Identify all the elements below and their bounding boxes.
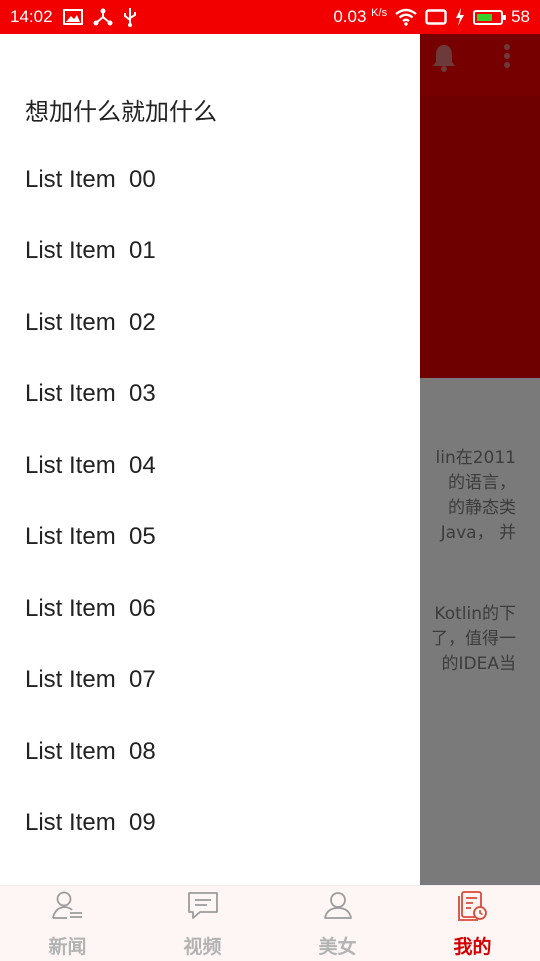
drawer-item-gap — [116, 738, 129, 766]
person-icon — [321, 890, 355, 926]
drawer-item-label: List Item — [25, 451, 116, 479]
drawer-item-label: List Item — [25, 237, 116, 265]
drawer-item-gap — [116, 166, 129, 194]
battery-icon — [473, 9, 507, 25]
news-person-icon — [51, 890, 85, 926]
drawer-item-01[interactable]: List Item 01 — [0, 216, 420, 288]
navigation-drawer: 想加什么就加什么 List Item 00 List Item 01 List … — [0, 34, 420, 885]
drawer-item-label: List Item — [25, 380, 116, 408]
drawer-item-06[interactable]: List Item 06 — [0, 573, 420, 645]
network-speed: 0.03 K/s — [333, 7, 387, 27]
screen-icon — [425, 9, 447, 25]
drawer-item-number: 02 — [129, 308, 156, 336]
network-speed-unit: K/s — [371, 7, 388, 19]
drawer-item-label: List Item — [25, 165, 116, 193]
drawer-item-label: List Item — [25, 809, 116, 837]
chat-bubble-icon — [186, 890, 220, 926]
drawer-item-label: List Item — [25, 523, 116, 551]
network-speed-value: 0.03 — [333, 7, 367, 26]
drawer-item-label: List Item — [25, 737, 116, 765]
tab-mine[interactable]: 我的 — [405, 886, 540, 961]
drawer-item-08[interactable]: List Item 08 — [0, 716, 420, 788]
drawer-list: List Item 00 List Item 01 List Item 02 L… — [0, 144, 420, 859]
drawer-item-02[interactable]: List Item 02 — [0, 287, 420, 359]
drawer-item-number: 03 — [129, 380, 156, 408]
gallery-icon — [62, 9, 83, 25]
drawer-item-03[interactable]: List Item 03 — [0, 359, 420, 431]
profile-doc-icon — [456, 890, 490, 926]
status-bar: 14:02 0.03 K/s 58 — [0, 0, 540, 34]
tab-beauty[interactable]: 美女 — [270, 886, 405, 961]
drawer-item-gap — [116, 666, 129, 694]
drawer-item-07[interactable]: List Item 07 — [0, 645, 420, 717]
wifi-icon — [395, 8, 417, 26]
drawer-item-label: List Item — [25, 666, 116, 694]
tab-video[interactable]: 视频 — [135, 886, 270, 961]
drawer-item-label: List Item — [25, 308, 116, 336]
drawer-header: 想加什么就加什么 — [25, 98, 217, 126]
tab-video-label: 视频 — [183, 936, 222, 958]
usb-share-icon — [93, 8, 113, 26]
tab-news-label: 新闻 — [48, 936, 87, 958]
tab-beauty-label: 美女 — [318, 936, 357, 958]
drawer-item-05[interactable]: List Item 05 — [0, 502, 420, 574]
drawer-item-00[interactable]: List Item 00 — [0, 144, 420, 216]
battery-level: 58 — [511, 7, 530, 26]
drawer-item-number: 04 — [129, 451, 156, 479]
drawer-item-gap — [116, 523, 129, 551]
more-vert-icon[interactable] — [500, 42, 514, 76]
drawer-item-number: 09 — [129, 809, 156, 837]
charging-icon — [455, 8, 465, 26]
tab-news[interactable]: 新闻 — [0, 886, 135, 961]
drawer-item-04[interactable]: List Item 04 — [0, 430, 420, 502]
drawer-item-09[interactable]: List Item 09 — [0, 788, 420, 860]
tab-mine-label: 我的 — [453, 936, 492, 958]
drawer-item-gap — [116, 309, 129, 337]
drawer-item-number: 00 — [129, 165, 156, 193]
drawer-item-number: 05 — [129, 523, 156, 551]
drawer-item-label: List Item — [25, 594, 116, 622]
drawer-item-gap — [116, 452, 129, 480]
drawer-item-gap — [116, 237, 129, 265]
battery-fill — [477, 13, 493, 21]
bottom-navigation: 新闻 视频 美女 我的 — [0, 885, 540, 961]
drawer-item-gap — [116, 380, 129, 408]
usb-icon — [123, 7, 137, 27]
drawer-item-number: 08 — [129, 737, 156, 765]
drawer-item-gap — [116, 809, 129, 837]
bell-icon[interactable] — [431, 42, 457, 76]
drawer-item-gap — [116, 595, 129, 623]
drawer-item-number: 06 — [129, 594, 156, 622]
status-time: 14:02 — [10, 7, 53, 26]
drawer-item-number: 07 — [129, 666, 156, 694]
drawer-item-number: 01 — [129, 237, 156, 265]
